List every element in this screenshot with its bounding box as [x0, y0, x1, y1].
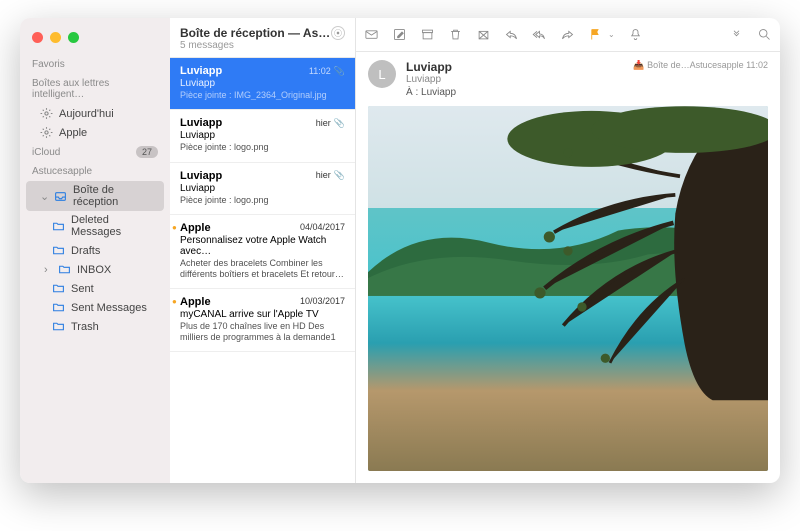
sidebar-header-favoris: Favoris: [20, 55, 170, 74]
folder-icon: [52, 282, 65, 295]
close-window[interactable]: [32, 32, 43, 43]
msg-from: Luviapp: [180, 65, 222, 77]
message-row[interactable]: ●Apple 10/03/2017 myCANAL arrive sur l'App…: [170, 289, 355, 352]
badge-count: 27: [136, 146, 158, 158]
sidebar-header-smart: Boîtes aux lettres intelligent…: [20, 74, 170, 104]
gear-icon: [40, 107, 53, 120]
sidebar-item-label: INBOX: [77, 264, 111, 276]
sidebar-item-drafts[interactable]: Drafts: [20, 241, 170, 260]
mute-icon[interactable]: [628, 27, 643, 42]
attachment-image[interactable]: [368, 106, 768, 471]
message-header: L 📥 Boîte de…Astucesapple 11:02 Luviapp …: [356, 52, 780, 106]
sidebar-item-trash[interactable]: Trash: [20, 317, 170, 336]
msg-time: 10/03/2017: [300, 296, 345, 306]
chevron-down-icon: ⌄: [40, 190, 48, 203]
reply-all-icon[interactable]: [532, 27, 547, 42]
mailbox-title: Boîte de réception — Astuc…: [180, 26, 331, 40]
paperclip-icon: 📎: [334, 170, 345, 180]
toolbar: ⌄: [356, 18, 780, 52]
msg-subject: Luviapp: [180, 130, 345, 141]
message-row[interactable]: Luviapphier📎LuviappPièce jointe : logo.p…: [170, 163, 355, 215]
sidebar-header-account: Astucesapple: [20, 162, 170, 181]
message-list-header: Boîte de réception — Astuc… 5 messages ⦿: [170, 18, 355, 58]
reader-subject: Luviapp: [406, 74, 768, 85]
sidebar-item-apple[interactable]: Apple: [20, 123, 170, 142]
forward-icon[interactable]: [560, 27, 575, 42]
sidebar-item-inbox-folder[interactable]: › INBOX: [20, 260, 170, 279]
msg-subject: myCANAL arrive sur l'Apple TV: [180, 309, 345, 320]
sidebar-item-today[interactable]: Aujourd'hui: [20, 104, 170, 123]
sidebar: Favoris Boîtes aux lettres intelligent… …: [20, 18, 170, 483]
msg-subject: Personnalisez votre Apple Watch avec…: [180, 235, 345, 257]
msg-preview: Pièce jointe : logo.png: [180, 142, 345, 153]
msg-from: Luviapp: [180, 170, 222, 182]
sidebar-item-sent-messages[interactable]: Sent Messages: [20, 298, 170, 317]
msg-subject: Luviapp: [180, 78, 345, 89]
sidebar-item-label: Sent: [71, 283, 94, 295]
sidebar-item-label: Aujourd'hui: [59, 108, 114, 120]
msg-preview: Acheter des bracelets Combiner les diffé…: [180, 258, 345, 280]
flag-icon[interactable]: [588, 27, 603, 42]
msg-subject: Luviapp: [180, 183, 345, 194]
trash-icon[interactable]: [448, 27, 463, 42]
reply-icon[interactable]: [504, 27, 519, 42]
avatar: L: [368, 60, 396, 88]
more-icon[interactable]: [729, 27, 744, 42]
reader-to: À : Luviapp: [406, 87, 768, 98]
gear-icon: [40, 126, 53, 139]
msg-from: Luviapp: [180, 117, 222, 129]
folder-icon: [52, 244, 65, 257]
window-controls: [20, 26, 170, 55]
filter-icon[interactable]: ⦿: [331, 26, 345, 40]
fullscreen-window[interactable]: [68, 32, 79, 43]
star-icon: ●: [172, 297, 177, 306]
folder-icon: [52, 220, 65, 233]
folder-icon: [52, 301, 65, 314]
paperclip-icon: 📎: [334, 66, 345, 76]
msg-preview: Pièce jointe : logo.png: [180, 195, 345, 206]
message-row[interactable]: Luviapp11:02📎LuviappPièce jointe : IMG_2…: [170, 58, 355, 110]
sidebar-item-label: Sent Messages: [71, 302, 147, 314]
msg-time: hier: [316, 118, 331, 128]
sidebar-item-label: Deleted Messages: [71, 214, 158, 238]
sidebar-header-icloud: iCloud 27: [20, 142, 170, 162]
flag-menu-caret[interactable]: ⌄: [608, 30, 615, 39]
msg-preview: Pièce jointe : IMG_2364_Original.jpg: [180, 90, 345, 101]
folder-icon: [58, 263, 71, 276]
minimize-window[interactable]: [50, 32, 61, 43]
chevron-right-icon: ›: [44, 264, 52, 276]
sidebar-item-label: Apple: [59, 127, 87, 139]
sidebar-item-sent[interactable]: Sent: [20, 279, 170, 298]
sidebar-item-label: Trash: [71, 321, 99, 333]
msg-from: Apple: [180, 222, 211, 234]
inbox-icon: [54, 190, 67, 203]
message-list: Boîte de réception — Astuc… 5 messages ⦿…: [170, 18, 356, 483]
search-icon[interactable]: [757, 27, 772, 42]
sidebar-item-label: Boîte de réception: [73, 184, 152, 208]
compose-icon[interactable]: [392, 27, 407, 42]
folder-icon: [52, 320, 65, 333]
junk-icon[interactable]: [476, 27, 491, 42]
message-row[interactable]: Luviapphier📎LuviappPièce jointe : logo.p…: [170, 110, 355, 162]
sidebar-item-inbox[interactable]: ⌄ Boîte de réception: [26, 181, 164, 211]
msg-from: Apple: [180, 296, 211, 308]
sidebar-item-label: Drafts: [71, 245, 100, 257]
mail-window: Favoris Boîtes aux lettres intelligent… …: [20, 18, 780, 483]
folder-path: 📥 Boîte de…Astucesapple 11:02: [633, 60, 768, 71]
star-icon: ●: [172, 223, 177, 232]
reader-pane: ⌄ L 📥 Boîte de…Astucesapple 11:02 Luviap…: [356, 18, 780, 483]
mailbox-count: 5 messages: [180, 40, 331, 51]
archive-icon[interactable]: [420, 27, 435, 42]
msg-time: hier: [316, 170, 331, 180]
paperclip-icon: 📎: [334, 118, 345, 128]
envelope-icon[interactable]: [364, 27, 379, 42]
msg-preview: Plus de 170 chaînes live en HD Des milli…: [180, 321, 345, 343]
msg-time: 04/04/2017: [300, 222, 345, 232]
sidebar-item-deleted[interactable]: Deleted Messages: [20, 211, 170, 241]
message-row[interactable]: ●Apple 04/04/2017 Personnalisez votre Appl…: [170, 215, 355, 289]
msg-time: 11:02: [309, 66, 331, 76]
